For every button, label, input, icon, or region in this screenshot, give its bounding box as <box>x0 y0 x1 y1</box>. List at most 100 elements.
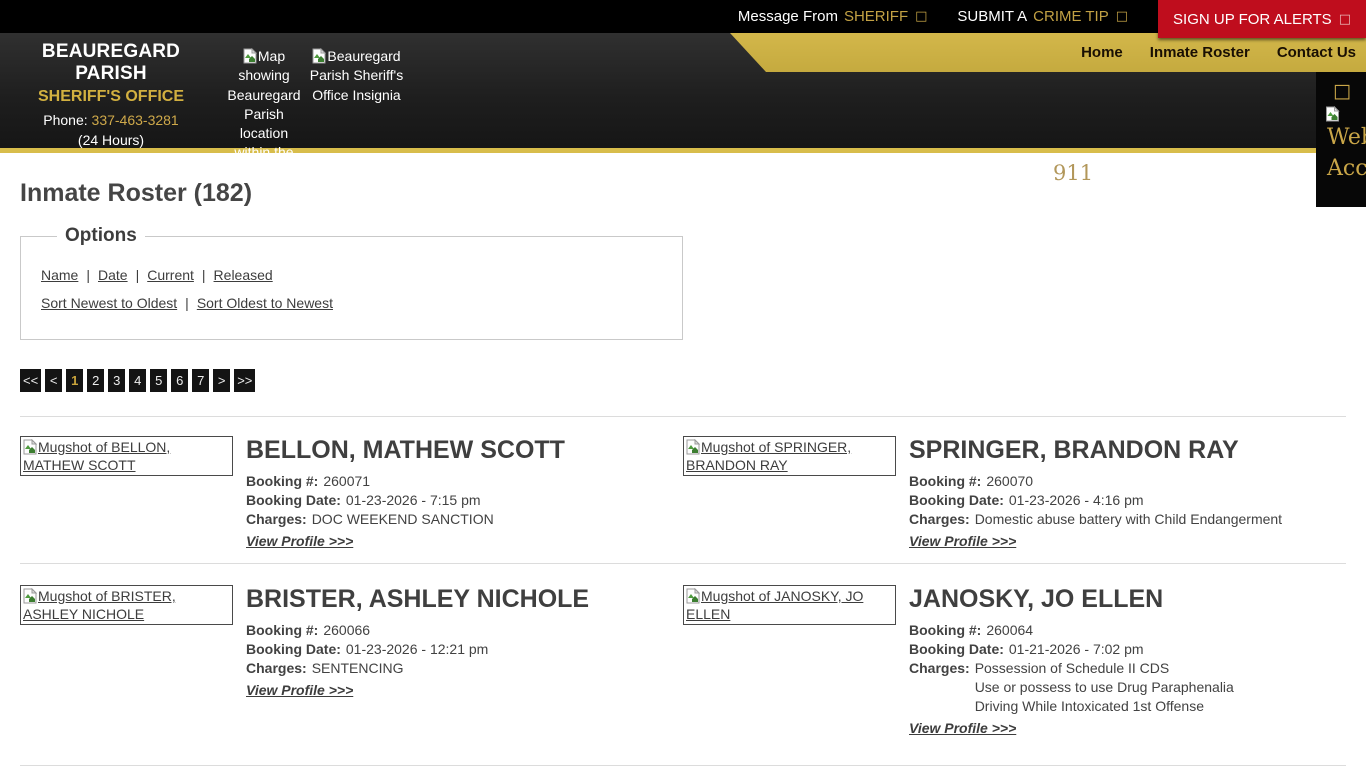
main-content: Inmate Roster (182) Options Name | Date | Cu… <box>0 153 1366 766</box>
separator: | <box>86 267 90 283</box>
nav-home[interactable]: Home <box>1081 44 1123 61</box>
view-profile-link[interactable]: View Profile >>> <box>909 533 1016 549</box>
mugshot-broken-image[interactable]: Mugshot of JANOSKY, JO ELLEN <box>683 585 896 625</box>
missing-glyph-icon: □ <box>915 9 928 24</box>
topbar: Message From SHERIFF □ SUBMIT A CRIME TI… <box>0 0 1366 38</box>
broken-image-icon <box>312 48 327 64</box>
options-legend: Options <box>65 225 137 246</box>
booking-date-line: Booking Date: 01-23-2026 - 7:15 pm <box>246 492 481 508</box>
separator: | <box>185 295 189 311</box>
pagination-page-1[interactable]: 1 <box>66 369 84 392</box>
charges-line: Charges: Possession of Schedule II CDS U… <box>909 660 1234 714</box>
sort-oldest-to-newest-link[interactable]: Sort Oldest to Newest <box>197 295 333 311</box>
org-name-line2: SHERIFF'S OFFICE <box>37 88 185 105</box>
pagination-page-6[interactable]: 6 <box>171 369 189 392</box>
page: Message From SHERIFF □ SUBMIT A CRIME TI… <box>0 0 1366 768</box>
pagination-page-7[interactable]: 7 <box>192 369 210 392</box>
mugshot-alt-text: Mugshot of BELLON, MATHEW SCOTT <box>23 439 171 473</box>
booking-date-line: Booking Date: 01-21-2026 - 7:02 pm <box>909 641 1144 657</box>
site-brand: BEAUREGARD PARISH SHERIFF'S OFFICE Phone… <box>12 41 210 148</box>
roster-bottom-divider <box>20 765 1346 766</box>
charges-line: Charges: SENTENCING <box>246 660 404 676</box>
inmate-card: Mugshot of JANOSKY, JO ELLEN JANOSKY, JO… <box>683 563 1346 765</box>
filter-current-link[interactable]: Current <box>147 267 194 283</box>
main-nav: Home Inmate Roster Contact Us <box>730 33 1366 72</box>
submit-crime-tip-link[interactable]: SUBMIT A CRIME TIP □ <box>957 0 1128 33</box>
accessibility-widget-text-line1: Web <box>1327 125 1366 150</box>
phone-line: Phone: 337-463-3281 <box>12 112 210 128</box>
options-panel: Options Name | Date | Current | Released Sort … <box>20 225 683 340</box>
booking-date-line: Booking Date: 01-23-2026 - 4:16 pm <box>909 492 1144 508</box>
broken-image-icon <box>686 588 700 604</box>
booking-date-line: Booking Date: 01-23-2026 - 12:21 pm <box>246 641 489 657</box>
sort-newest-to-oldest-link[interactable]: Sort Newest to Oldest <box>41 295 177 311</box>
pagination: << < 1 2 3 4 5 6 7 > >> <box>20 369 1346 392</box>
inmate-details: SPRINGER, BRANDON RAY Booking #: 260070 B… <box>909 436 1346 551</box>
missing-glyph-icon: □ <box>1115 9 1129 24</box>
accessibility-widget-text-line2: Accessibility <box>1327 156 1366 181</box>
pagination-first[interactable]: << <box>20 369 42 392</box>
sheriff-label: SHERIFF <box>843 8 909 25</box>
pagination-last[interactable]: >> <box>234 369 256 392</box>
pagination-page-4[interactable]: 4 <box>129 369 147 392</box>
message-from-label: Message From <box>737 8 838 25</box>
mugshot-alt-text: Mugshot of BRISTER, ASHLEY NICHOLE <box>23 588 176 622</box>
view-profile-link[interactable]: View Profile >>> <box>246 682 353 698</box>
inmate-name: BELLON, MATHEW SCOTT <box>246 436 565 464</box>
inmate-card: Mugshot of BRISTER, ASHLEY NICHOLE BRIST… <box>20 563 683 765</box>
alerts-label: SIGN UP FOR ALERTS <box>1173 10 1332 28</box>
pagination-page-2[interactable]: 2 <box>87 369 105 392</box>
broken-image-icon <box>1326 106 1340 122</box>
broken-image-icon <box>23 588 37 604</box>
page-title: Inmate Roster (182) <box>20 179 253 207</box>
filter-links-row: Name | Date | Current | Released <box>41 267 682 283</box>
pagination-page-5[interactable]: 5 <box>150 369 168 392</box>
message-from-sheriff-link[interactable]: Message From SHERIFF □ <box>738 0 928 33</box>
filter-date-link[interactable]: Date <box>98 267 128 283</box>
mugshot-alt-text: Mugshot of SPRINGER, BRANDON RAY <box>686 439 852 473</box>
view-profile-link[interactable]: View Profile >>> <box>246 533 353 549</box>
inmate-name: JANOSKY, JO ELLEN <box>909 585 1164 613</box>
crime-tip-label: CRIME TIP <box>1033 8 1109 25</box>
sign-up-for-alerts-button[interactable]: SIGN UP FOR ALERTS □ <box>1158 0 1366 38</box>
inmate-details: BRISTER, ASHLEY NICHOLE Booking #: 260066… <box>246 585 683 700</box>
phone-label: Phone: <box>43 112 88 128</box>
inmate-name: BRISTER, ASHLEY NICHOLE <box>246 585 590 613</box>
pagination-page-3[interactable]: 3 <box>108 369 126 392</box>
parish-map-image-broken: Map showing Beauregard Parish location w… <box>224 47 304 153</box>
inmate-roster-grid: Mugshot of BELLON, MATHEW SCOTT BELLON, … <box>20 416 1346 765</box>
mugshot-broken-image[interactable]: Mugshot of BELLON, MATHEW SCOTT <box>20 436 233 476</box>
broken-image-icon <box>686 439 700 455</box>
pagination-next[interactable]: > <box>213 369 231 392</box>
nav-inmate-roster[interactable]: Inmate Roster <box>1150 44 1250 61</box>
site-header: BEAUREGARD PARISH SHERIFF'S OFFICE Phone… <box>0 33 1366 153</box>
accessibility-widget[interactable]: □ Web Accessibility <box>1316 72 1366 207</box>
booking-number-line: Booking #: 260064 <box>909 622 1034 638</box>
insignia-image-broken: Beauregard Parish Sheriff's Office Insig… <box>307 47 406 105</box>
broken-image-icon <box>243 48 257 64</box>
missing-glyph-icon: □ <box>1333 80 1351 102</box>
inmate-details: BELLON, MATHEW SCOTT Booking #: 260071 Bo… <box>246 436 683 551</box>
mugshot-alt-text: Mugshot of JANOSKY, JO ELLEN <box>686 588 864 622</box>
charges-line: Charges: Domestic abuse battery with Chi… <box>909 511 1283 527</box>
missing-glyph-icon: □ <box>1338 11 1351 27</box>
inmate-name: SPRINGER, BRANDON RAY <box>909 436 1239 464</box>
filter-released-link[interactable]: Released <box>214 267 273 283</box>
inmate-card: Mugshot of BELLON, MATHEW SCOTT BELLON, … <box>20 416 683 563</box>
nav-contact-us[interactable]: Contact Us <box>1277 44 1356 61</box>
booking-number-line: Booking #: 260071 <box>246 473 371 489</box>
inmate-details: JANOSKY, JO ELLEN Booking #: 260064 Booki… <box>909 585 1346 738</box>
mugshot-broken-image[interactable]: Mugshot of SPRINGER, BRANDON RAY <box>683 436 896 476</box>
phone-number-link[interactable]: 337-463-3281 <box>92 112 179 128</box>
hours-label: (24 Hours) <box>77 132 145 148</box>
view-profile-link[interactable]: View Profile >>> <box>909 720 1016 736</box>
mugshot-broken-image[interactable]: Mugshot of BRISTER, ASHLEY NICHOLE <box>20 585 233 625</box>
pagination-prev[interactable]: < <box>45 369 63 392</box>
broken-image-icon <box>23 439 37 455</box>
map-alt-text: Map showing Beauregard Parish location w… <box>227 48 301 153</box>
booking-number-line: Booking #: 260070 <box>909 473 1034 489</box>
separator: | <box>201 267 206 283</box>
org-name-line1: BEAUREGARD PARISH <box>41 41 181 84</box>
sort-links-row: Sort Newest to Oldest | Sort Oldest to New… <box>41 295 682 311</box>
filter-name-link[interactable]: Name <box>41 267 78 283</box>
